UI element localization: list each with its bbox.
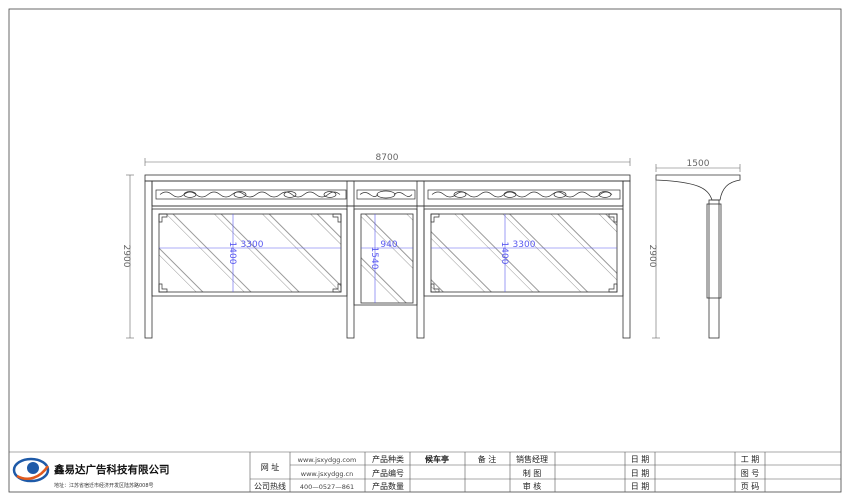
frieze-ornament-left — [155, 189, 347, 200]
frieze-band — [151, 180, 624, 207]
side-width-label: 1500 — [687, 159, 710, 169]
center-width-label: 940 — [380, 240, 397, 250]
post-center-right — [416, 180, 425, 339]
hotline-value: 400—0527—861 — [300, 483, 354, 491]
label-remark: 备 注 — [478, 454, 497, 464]
frieze-ornament-center — [356, 189, 416, 200]
label-website: 网 址 — [261, 462, 280, 472]
panel-right-glass — [430, 213, 618, 293]
overall-width-label: 8700 — [376, 153, 399, 163]
center-height-label: 1540 — [369, 247, 379, 270]
product-type-value: 候车亭 — [425, 454, 449, 464]
panel-center-glass — [360, 213, 414, 304]
label-product-type: 产品种类 — [372, 454, 404, 464]
label-drawing-no: 图 号 — [741, 469, 760, 478]
website-value-2: www.jsxydgg.cn — [301, 470, 353, 478]
post-right — [622, 180, 631, 339]
label-review: 审 核 — [523, 481, 542, 491]
sheet-border — [8, 8, 842, 493]
side-roof — [655, 174, 741, 201]
label-page-no: 页 码 — [741, 482, 760, 491]
post-center-left — [346, 180, 355, 339]
company-address: 地址：江苏省宿迁市经济开发区陆苏路008号 — [54, 482, 154, 489]
label-date-2: 日 期 — [631, 469, 650, 478]
label-job-no: 工 期 — [741, 455, 760, 464]
panel-width-label-right: 3300 — [513, 240, 536, 250]
label-date-3: 日 期 — [631, 482, 650, 491]
label-drawing: 制 图 — [523, 468, 542, 478]
post-left — [144, 180, 153, 339]
side-post — [708, 199, 720, 339]
company-name: 鑫易达广告科技有限公司 — [53, 463, 170, 476]
label-product-code: 产品编号 — [372, 468, 404, 478]
side-elevation — [655, 174, 741, 339]
label-sales-manager: 销售经理 — [516, 454, 548, 464]
frieze-ornament-right — [427, 189, 621, 200]
panel-height-label-right: 1400 — [499, 242, 509, 265]
company-logo — [12, 457, 50, 483]
drawing-sheet: 8700 2900 3300 1400 940 1540 3300 1400 1… — [8, 8, 842, 493]
website-value-1: www.jsxydgg.com — [298, 456, 357, 464]
front-height-label: 2900 — [121, 245, 131, 268]
panel-left-glass — [158, 213, 342, 293]
roof-band — [144, 174, 631, 182]
panel-height-label-left: 1400 — [227, 242, 237, 265]
label-product-qty: 产品数量 — [372, 481, 404, 491]
panel-width-label-left: 3300 — [241, 240, 264, 250]
label-date-1: 日 期 — [631, 455, 650, 464]
front-elevation — [144, 174, 631, 339]
side-height-label: 2900 — [647, 245, 657, 268]
label-hotline: 公司热线 — [254, 481, 286, 491]
